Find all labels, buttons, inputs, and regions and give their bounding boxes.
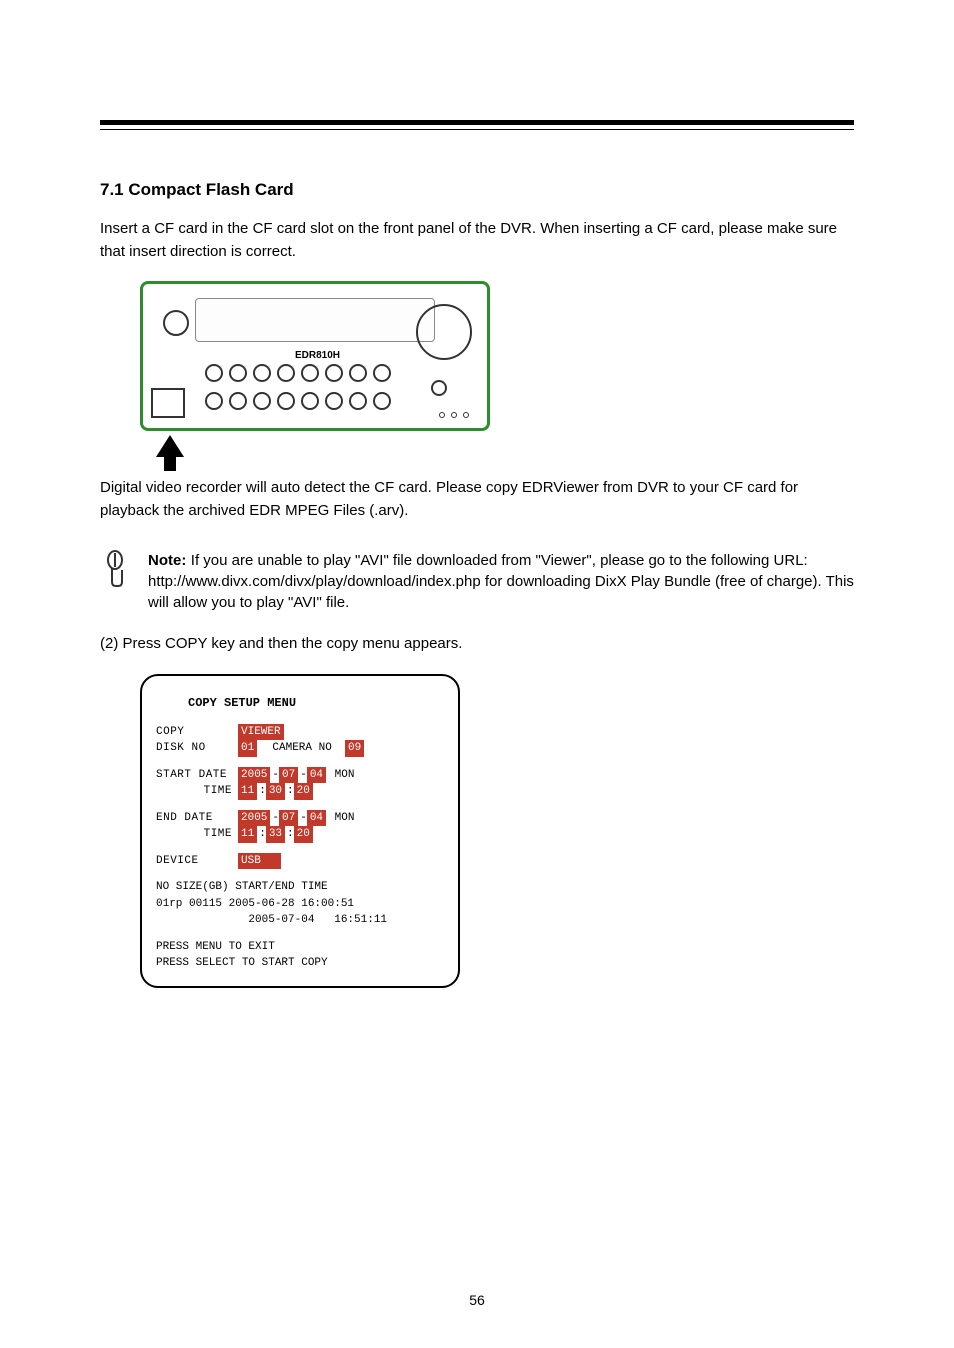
round-button-icon (253, 364, 271, 382)
menu-title: COPY SETUP MENU (188, 694, 444, 712)
page-number: 56 (0, 1292, 954, 1308)
menu-time-label: TIME (156, 783, 238, 800)
round-button-icon (373, 392, 391, 410)
menu-enddate-day: 04 (307, 810, 326, 827)
menu-start-dow: MON (328, 767, 354, 784)
device-front-panel-figure: EDR810H (140, 281, 500, 457)
menu-startdate-year: 2005 (238, 767, 270, 784)
round-button-icon (229, 364, 247, 382)
menu-startdate-day: 04 (307, 767, 326, 784)
round-button-icon (325, 392, 343, 410)
note-text: If you are unable to play "AVI" file dow… (148, 552, 854, 611)
menu-end-dow: MON (328, 810, 354, 827)
jog-wheel-icon (416, 304, 472, 360)
shuttle-button-icon (431, 380, 447, 396)
menu-device-value: USB (238, 853, 281, 870)
led-icon (439, 412, 445, 418)
cf-card-slot-icon (151, 388, 185, 418)
section-title: 7.1 Compact Flash Card (100, 180, 854, 200)
menu-camerano-label: CAMERA NO (259, 740, 345, 757)
menu-enddate-year: 2005 (238, 810, 270, 827)
menu-startdate-month: 07 (279, 767, 298, 784)
menu-camerano-value: 09 (345, 740, 364, 757)
paragraph-1: Insert a CF card in the CF card slot on … (100, 218, 854, 263)
paragraph-3: (2) Press COPY key and then the copy men… (100, 633, 854, 656)
button-row-1 (205, 364, 391, 382)
led-icon (451, 412, 457, 418)
round-button-icon (205, 392, 223, 410)
menu-footer-1: PRESS MENU TO EXIT (156, 939, 444, 956)
menu-diskno-label: DISK NO (156, 740, 238, 757)
menu-table-header: NO SIZE(GB) START/END TIME (156, 879, 444, 896)
menu-copy-value: VIEWER (238, 724, 284, 741)
round-button-icon (325, 364, 343, 382)
menu-time-label-2: TIME (156, 826, 238, 843)
round-button-icon (253, 392, 271, 410)
round-button-icon (373, 364, 391, 382)
menu-table-row: 2005-07-04 16:51:11 (156, 912, 444, 929)
copy-setup-menu-screenshot: COPY SETUP MENU COPY VIEWER DISK NO 01 C… (140, 674, 460, 988)
button-row-2 (205, 392, 391, 410)
left-dial-icon (163, 310, 189, 336)
round-button-icon (301, 392, 319, 410)
menu-startdate-label: START DATE (156, 767, 238, 784)
menu-starttime-s: 20 (294, 783, 313, 800)
menu-enddate-month: 07 (279, 810, 298, 827)
dvr-device-illustration: EDR810H (140, 281, 490, 431)
round-button-icon (277, 364, 295, 382)
menu-endtime-h: 11 (238, 826, 257, 843)
menu-endtime-s: 20 (294, 826, 313, 843)
round-button-icon (277, 392, 295, 410)
menu-diskno-value: 01 (238, 740, 257, 757)
round-button-icon (349, 392, 367, 410)
menu-starttime-m: 30 (266, 783, 285, 800)
arrow-up-icon (156, 435, 184, 457)
note-block: Note: If you are unable to play "AVI" fi… (100, 550, 854, 613)
menu-footer-2: PRESS SELECT TO START COPY (156, 955, 444, 972)
menu-table-row: 01rp 00115 2005-06-28 16:00:51 (156, 896, 444, 913)
led-icon (463, 412, 469, 418)
menu-enddate-label: END DATE (156, 810, 238, 827)
horizontal-rule (100, 120, 854, 130)
round-button-icon (229, 392, 247, 410)
round-button-icon (349, 364, 367, 382)
disc-tray-icon (195, 298, 435, 342)
menu-endtime-m: 33 (266, 826, 285, 843)
model-label: EDR810H (295, 350, 340, 361)
note-title: Note: (148, 552, 186, 569)
led-indicators (439, 412, 469, 418)
round-button-icon (205, 364, 223, 382)
menu-starttime-h: 11 (238, 783, 257, 800)
menu-device-label: DEVICE (156, 853, 238, 870)
round-button-icon (301, 364, 319, 382)
paragraph-2: Digital video recorder will auto detect … (100, 477, 854, 522)
menu-copy-label: COPY (156, 724, 238, 741)
pointing-hand-icon (100, 550, 130, 590)
